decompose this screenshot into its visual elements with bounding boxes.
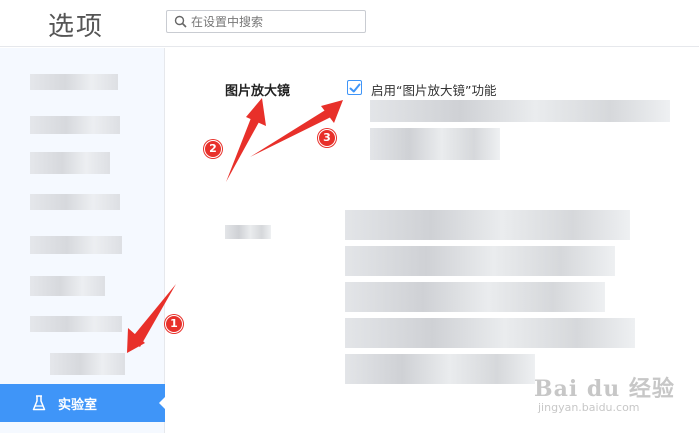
step-badge-1: 1 <box>165 315 183 333</box>
step-badge-3: 3 <box>318 129 336 147</box>
watermark-url: jingyan.baidu.com <box>538 401 640 414</box>
annotation-arrows <box>127 98 343 353</box>
annotation-arrow-2 <box>226 118 259 182</box>
baidu-watermark: Bai du 经验 jingyan.baidu.com <box>534 371 675 414</box>
watermark-text: Bai du 经验 <box>534 376 675 402</box>
step-badge-2: 2 <box>204 140 222 158</box>
